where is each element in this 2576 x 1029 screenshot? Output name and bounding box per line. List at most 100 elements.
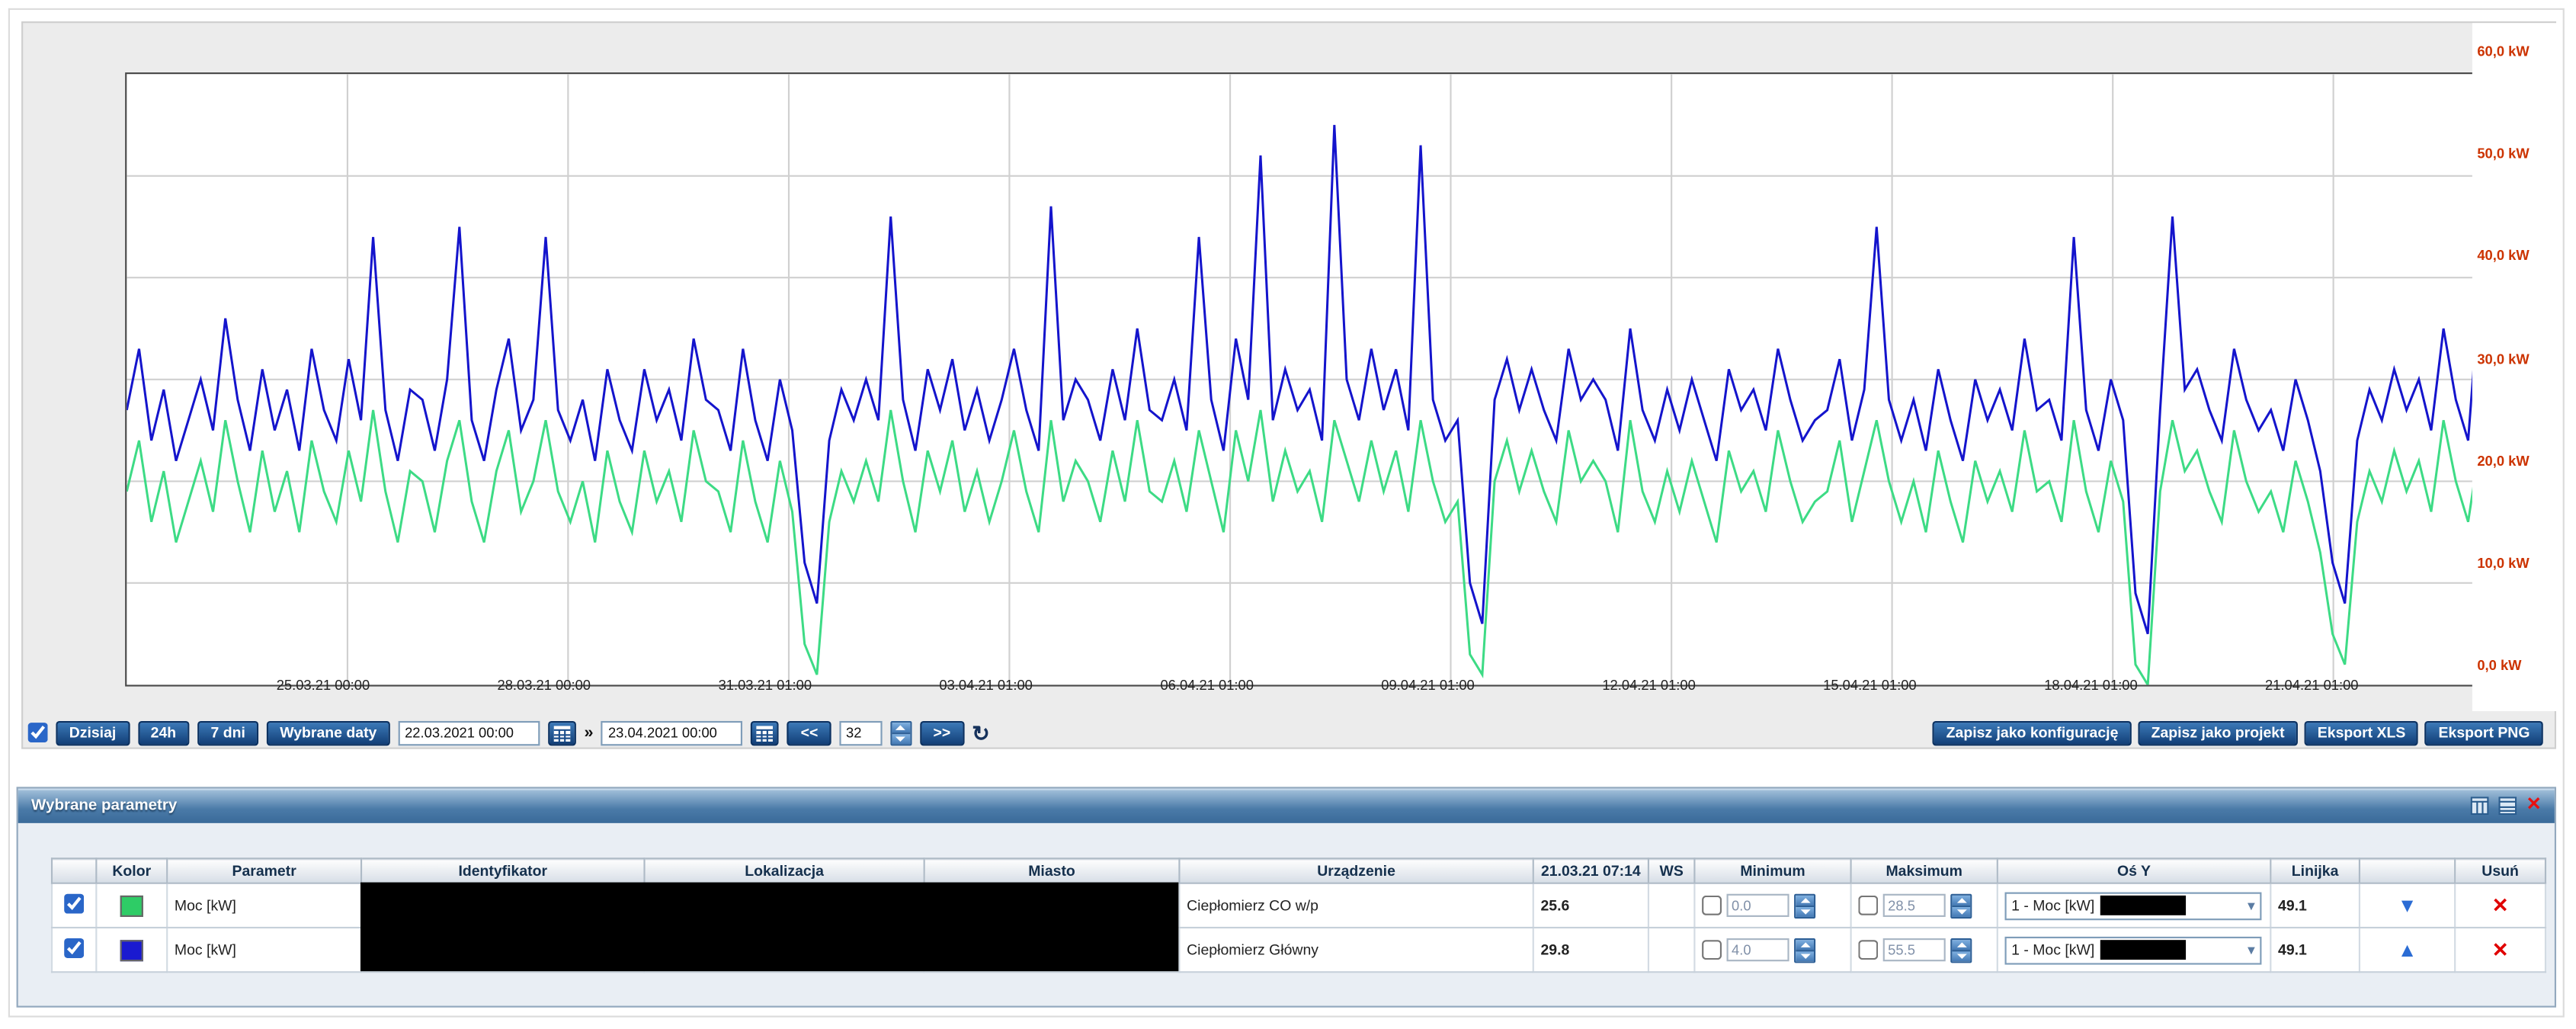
min-checkbox[interactable]	[1702, 896, 1722, 915]
collapse-icon[interactable]	[2470, 797, 2488, 815]
max-input[interactable]	[1883, 938, 1946, 961]
prev-range-button[interactable]: <<	[787, 720, 831, 745]
x-axis-tick-label: 09.04.21 01:00	[1354, 677, 1501, 694]
chevron-down-icon: ▾	[2248, 941, 2255, 959]
col-identyfikator: Identyfikator	[361, 858, 644, 883]
col-os-y: Oś Y	[1998, 858, 2271, 883]
ws-cell	[1648, 883, 1694, 928]
spinner-up-icon[interactable]	[1796, 895, 1814, 905]
color-swatch[interactable]	[120, 895, 143, 916]
y-axis-tick-label: 0,0 kW	[2477, 657, 2521, 674]
y-axis-select[interactable]: 1 - Moc [kW] ▾	[2005, 936, 2262, 964]
max-spinner[interactable]	[1950, 938, 1972, 962]
spinner-down-icon[interactable]	[1796, 905, 1814, 916]
save-config-button[interactable]: Zapisz jako konfigurację	[1933, 720, 2131, 745]
ruler-value: 49.1	[2270, 928, 2360, 972]
btn-wybrane-daty[interactable]: Wybrane daty	[267, 720, 390, 745]
export-png-button[interactable]: Eksport PNG	[2425, 720, 2542, 745]
col-miasto: Miasto	[924, 858, 1180, 883]
spinner-down-icon[interactable]	[1796, 949, 1814, 960]
col-ws: WS	[1648, 858, 1694, 883]
ws-cell	[1648, 928, 1694, 972]
x-axis-tick-label: 21.04.21 01:00	[2238, 677, 2385, 694]
col-check	[52, 858, 96, 883]
parameters-panel: Wybrane parametry ✕	[17, 787, 2556, 1007]
max-input[interactable]	[1883, 894, 1946, 917]
col-minimum: Minimum	[1694, 858, 1850, 883]
col-linijka: Linijka	[2270, 858, 2360, 883]
range-length-input[interactable]	[839, 720, 882, 745]
max-spinner[interactable]	[1950, 893, 1972, 918]
next-range-button[interactable]: >>	[920, 720, 963, 745]
col-move	[2360, 858, 2455, 883]
min-input[interactable]	[1727, 894, 1789, 917]
redaction-inline	[2100, 940, 2185, 960]
move-down-icon[interactable]: ▼	[2398, 894, 2417, 917]
spinner-down-icon[interactable]	[1952, 905, 1970, 916]
min-spinner[interactable]	[1794, 893, 1815, 918]
calendar-to-button[interactable]	[751, 720, 780, 745]
master-checkbox[interactable]	[28, 723, 48, 742]
y-axis-select[interactable]: 1 - Moc [kW] ▾	[2005, 891, 2262, 919]
delete-icon[interactable]: ✕	[2492, 938, 2509, 961]
export-toolbar: Zapisz jako konfigurację Zapisz jako pro…	[1933, 718, 2542, 748]
current-value: 25.6	[1533, 883, 1648, 928]
row-checkbox[interactable]	[64, 938, 84, 958]
chart-plot-area[interactable]	[125, 72, 2482, 687]
range-spinner[interactable]	[890, 720, 912, 745]
col-maksimum: Maksimum	[1851, 858, 1998, 883]
redaction-inline	[2100, 896, 2185, 915]
x-axis-tick-label: 03.04.21 01:00	[912, 677, 1059, 694]
col-parametr: Parametr	[167, 858, 361, 883]
calendar-icon	[553, 723, 571, 742]
row-checkbox[interactable]	[64, 894, 84, 914]
y-axis-tick-label: 10,0 kW	[2477, 554, 2529, 571]
x-axis-tick-label: 06.04.21 01:00	[1133, 677, 1281, 694]
date-from-input[interactable]	[398, 720, 540, 745]
y-axis-tick-label: 60,0 kW	[2477, 43, 2529, 59]
x-axis-tick-label: 25.03.21 00:00	[249, 677, 397, 694]
x-axis-tick-label: 18.04.21 01:00	[2017, 677, 2164, 694]
col-usun: Usuń	[2455, 858, 2546, 883]
y-axis-labels: 60,0 kW50,0 kW40,0 kW30,0 kW20,0 kW10,0 …	[2477, 0, 2576, 708]
date-to-input[interactable]	[601, 720, 743, 745]
close-icon[interactable]: ✕	[2526, 797, 2542, 815]
redaction-box	[360, 883, 1178, 972]
current-value: 29.8	[1533, 928, 1648, 972]
chevron-down-icon: ▾	[2248, 896, 2255, 915]
x-axis-tick-label: 12.04.21 01:00	[1575, 677, 1722, 694]
btn-24h[interactable]: 24h	[137, 720, 189, 745]
y-axis-tick-label: 20,0 kW	[2477, 452, 2529, 469]
chart-toolbar: Dzisiaj 24h 7 dni Wybrane daty » << >> ↻	[28, 718, 990, 748]
calendar-from-button[interactable]	[548, 720, 576, 745]
max-checkbox[interactable]	[1858, 896, 1878, 915]
min-checkbox[interactable]	[1702, 940, 1722, 960]
y-axis-select-value: 1 - Moc [kW]	[2011, 941, 2094, 958]
parameter-name: Moc [kW]	[167, 883, 361, 928]
save-project-button[interactable]: Zapisz jako projekt	[2138, 720, 2298, 745]
spinner-up-icon[interactable]	[1796, 939, 1814, 949]
configure-icon[interactable]	[2498, 797, 2517, 815]
device-name: Ciepłomierz Główny	[1179, 928, 1533, 972]
spinner-down-icon[interactable]	[1952, 949, 1970, 960]
export-xls-button[interactable]: Eksport XLS	[2305, 720, 2419, 745]
color-swatch[interactable]	[120, 939, 143, 960]
max-checkbox[interactable]	[1858, 940, 1878, 960]
y-axis-select-value: 1 - Moc [kW]	[2011, 897, 2094, 914]
spinner-up-icon[interactable]	[892, 722, 911, 732]
date-separator: »	[584, 723, 593, 742]
btn-dzisiaj[interactable]: Dzisiaj	[56, 720, 129, 745]
move-up-icon[interactable]: ▲	[2398, 938, 2417, 961]
btn-7dni[interactable]: 7 dni	[197, 720, 258, 745]
min-spinner[interactable]	[1794, 938, 1815, 962]
delete-icon[interactable]: ✕	[2492, 894, 2509, 917]
spinner-up-icon[interactable]	[1952, 895, 1970, 905]
spinner-down-icon[interactable]	[892, 732, 911, 743]
min-input[interactable]	[1727, 938, 1789, 961]
spinner-up-icon[interactable]	[1952, 939, 1970, 949]
x-axis-tick-label: 28.03.21 00:00	[470, 677, 618, 694]
y-axis-tick-label: 50,0 kW	[2477, 145, 2529, 162]
refresh-icon[interactable]: ↻	[972, 720, 990, 745]
y-axis-tick-label: 30,0 kW	[2477, 350, 2529, 367]
table-header-row: Kolor Parametr Identyfikator Lokalizacja…	[52, 858, 2546, 883]
